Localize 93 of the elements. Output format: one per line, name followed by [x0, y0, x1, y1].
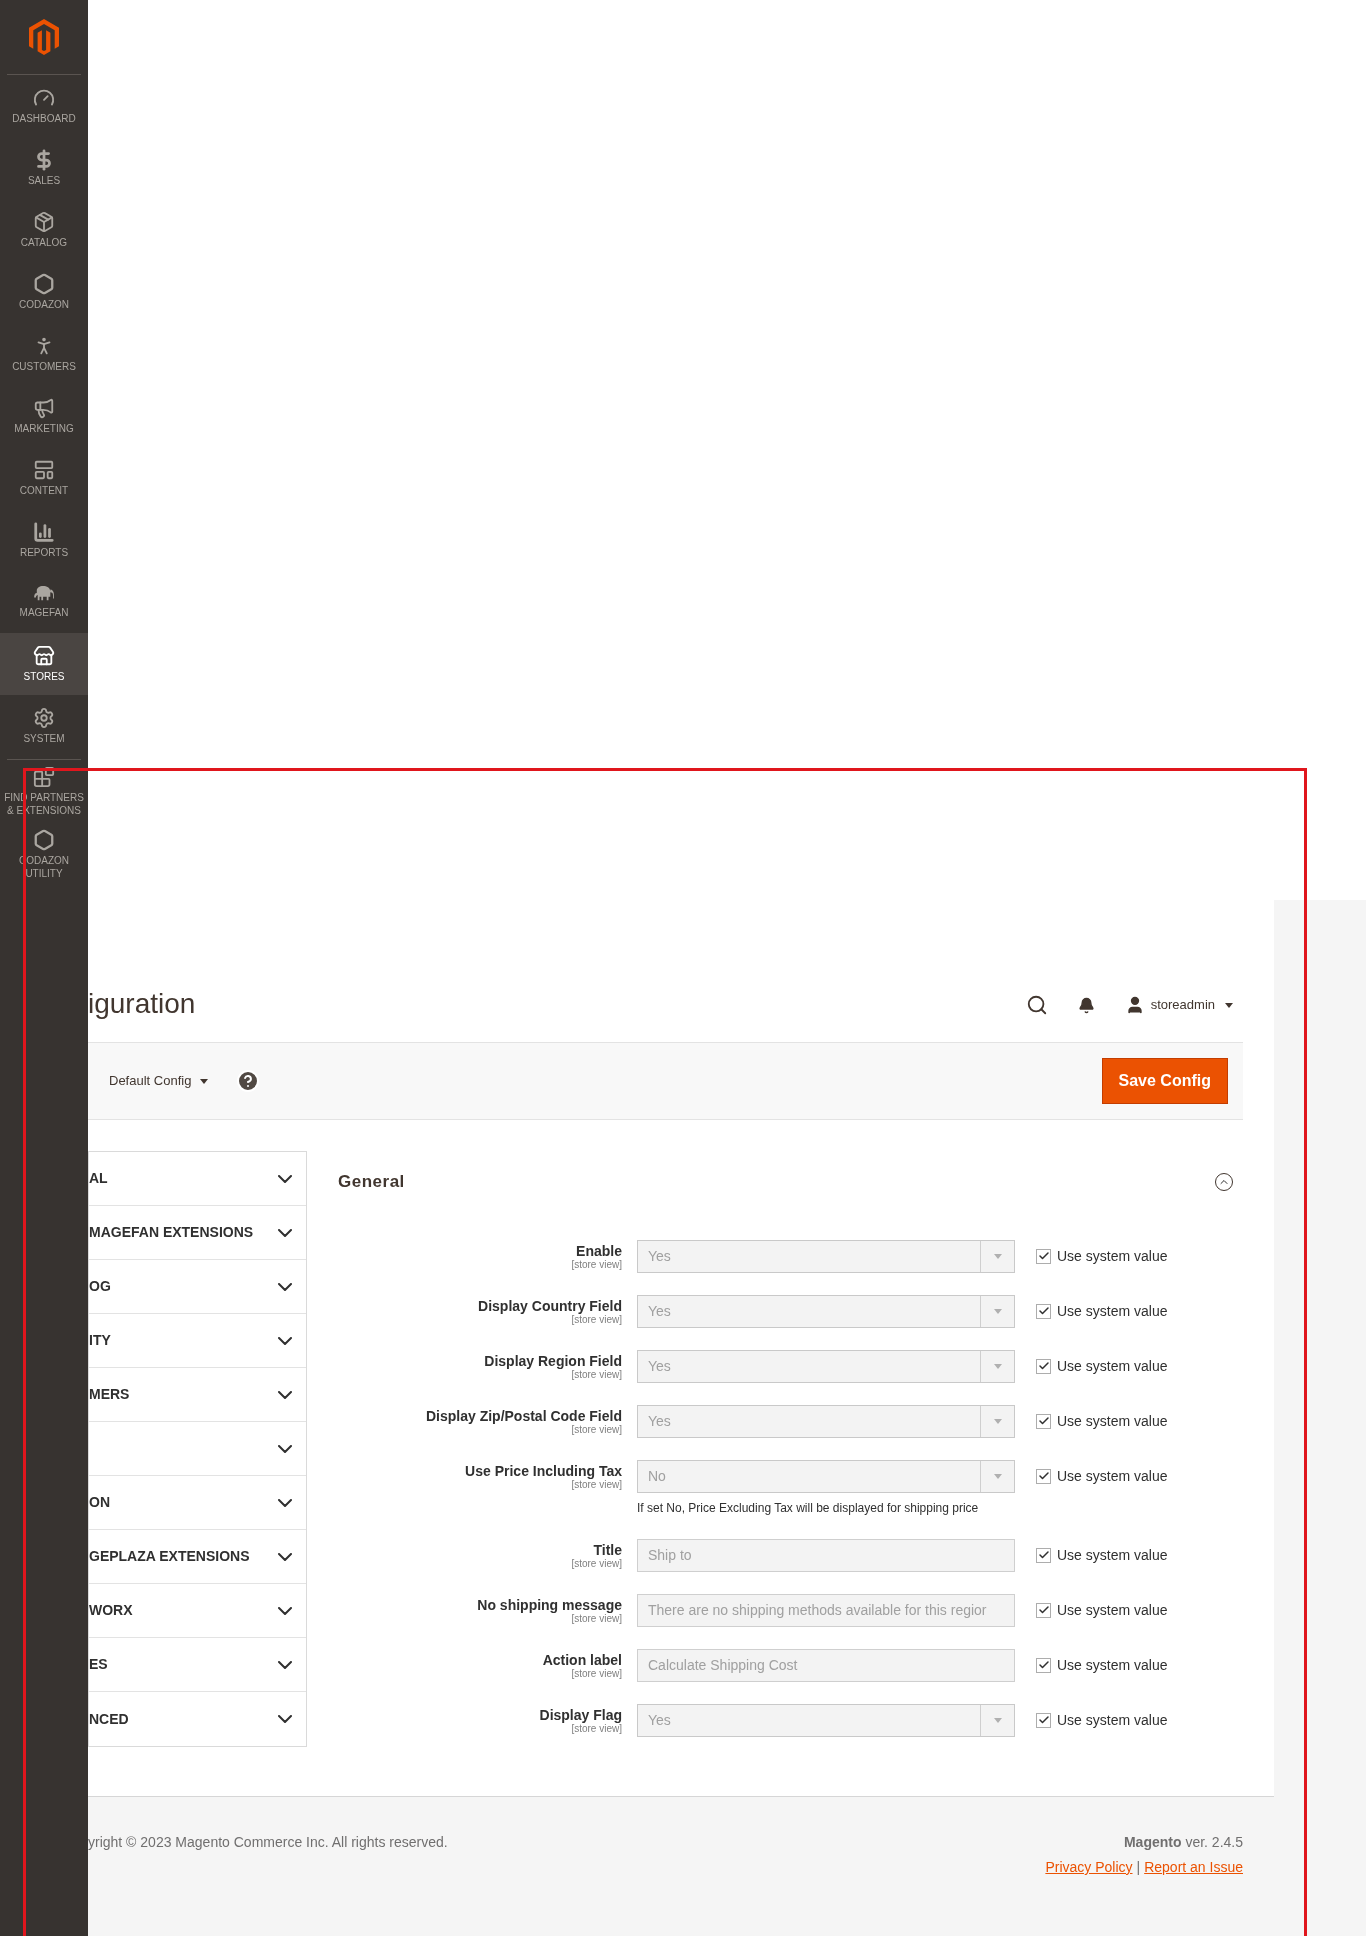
checkbox-label: Use system value — [1057, 1246, 1168, 1266]
logo-icon[interactable] — [29, 19, 59, 55]
field-label: Display Zip/Postal Code Field — [425, 1407, 622, 1424]
footer-link[interactable]: Privacy Policy — [1045, 1857, 1133, 1878]
settings-icon — [33, 707, 55, 729]
storefront-icon — [33, 645, 55, 667]
sidebar-label: STORES — [23, 670, 65, 683]
checkbox-label: Use system value — [1057, 1600, 1168, 1620]
sidebar-label: DASHBOARD — [12, 112, 76, 125]
layout-icon — [33, 459, 55, 481]
config-tab[interactable]: NCED — [89, 1692, 306, 1746]
bar-chart-icon — [33, 521, 55, 543]
config-tab[interactable]: OG — [89, 1260, 306, 1314]
sidebar-item[interactable]: CATALOG — [0, 199, 88, 261]
checkbox-label: Use system value — [1057, 1411, 1168, 1431]
config-tab[interactable]: WORX — [89, 1584, 306, 1638]
scope-label: [store view] — [571, 1478, 622, 1490]
checkbox[interactable] — [1036, 1712, 1051, 1728]
help-icon[interactable] — [236, 1069, 261, 1093]
box-icon — [33, 211, 55, 233]
blocks-icon — [33, 766, 55, 788]
sidebar-label: CATALOG — [20, 236, 68, 249]
checkbox[interactable] — [1036, 1468, 1051, 1484]
config-tab[interactable]: ES — [89, 1638, 306, 1692]
checkbox[interactable] — [1036, 1413, 1051, 1429]
notifications-icon[interactable] — [1077, 996, 1095, 1014]
sidebar-item[interactable]: DASHBOARD — [0, 75, 88, 137]
field-label: Title — [593, 1541, 622, 1558]
field-note: If set No, Price Excluding Tax will be displayed for shipping price — [637, 1499, 980, 1517]
config-tab[interactable]: MAGEFAN EXTENSIONS — [89, 1206, 306, 1260]
sidebar-item[interactable]: MAGEFAN — [0, 571, 88, 633]
section-title[interactable]: General — [338, 1169, 405, 1195]
checkbox-label: Use system value — [1057, 1655, 1168, 1675]
copyright-text: yright © 2023 Magento Commerce Inc. All rights reserved. — [88, 1833, 448, 1852]
search-icon[interactable] — [1025, 994, 1048, 1016]
field-label: Enable — [576, 1242, 622, 1259]
sidebar-item[interactable]: MARKETING — [0, 385, 88, 447]
checkbox[interactable] — [1036, 1602, 1051, 1618]
scope-label: [store view] — [571, 1368, 622, 1380]
scope-label: [store view] — [571, 1612, 622, 1624]
sidebar-label: CUSTOMERS — [12, 360, 76, 373]
checkbox[interactable] — [1036, 1547, 1051, 1563]
config-tab[interactable]: GEPLAZA EXTENSIONS — [89, 1530, 306, 1584]
field-label: Display Country Field — [478, 1297, 622, 1314]
sidebar-item[interactable]: REPORTS — [0, 509, 88, 571]
page-title: iguration — [88, 987, 196, 1021]
checkbox-label: Use system value — [1057, 1301, 1168, 1321]
sidebar-label: MAGEFAN — [19, 606, 69, 619]
config-tab[interactable]: MERS — [89, 1368, 306, 1422]
config-tab[interactable]: AL — [89, 1152, 306, 1206]
hexagon-icon — [33, 829, 55, 851]
checkbox-label: Use system value — [1057, 1356, 1168, 1376]
megaphone-icon — [33, 397, 55, 419]
scope-label: [store view] — [571, 1313, 622, 1325]
scope-label: [store view] — [571, 1423, 622, 1435]
sidebar-label: REPORTS — [19, 546, 69, 559]
elephant-icon — [33, 585, 55, 603]
checkbox[interactable] — [1036, 1657, 1051, 1673]
field-label: No shipping message — [477, 1596, 622, 1613]
sidebar-label: MARKETING — [14, 422, 74, 435]
sidebar-item[interactable]: CODAZON — [0, 261, 88, 323]
sidebar-item[interactable]: SALES — [0, 137, 88, 199]
scope-label: [store view] — [571, 1258, 622, 1270]
field-label: Action label — [542, 1651, 622, 1668]
scope-label: [store view] — [571, 1557, 622, 1569]
scope-label: [store view] — [571, 1722, 622, 1734]
checkbox[interactable] — [1036, 1303, 1051, 1319]
user-menu[interactable]: storeadmin — [1124, 995, 1233, 1015]
sidebar-item[interactable]: CONTENT — [0, 447, 88, 509]
config-tab[interactable]: ON — [89, 1476, 306, 1530]
sidebar-item[interactable]: CUSTOMERS — [0, 323, 88, 385]
checkbox[interactable] — [1036, 1358, 1051, 1374]
scope-label: [store view] — [571, 1667, 622, 1679]
sidebar-item[interactable]: STORES — [0, 633, 88, 695]
sidebar-item[interactable]: SYSTEM — [0, 695, 88, 757]
scope-switcher[interactable]: Default Config — [109, 1071, 209, 1091]
checkbox-label: Use system value — [1057, 1710, 1168, 1730]
checkbox-label: Use system value — [1057, 1545, 1168, 1565]
footer-link[interactable]: Report an Issue — [1144, 1857, 1243, 1878]
config-tab[interactable]: ITY — [89, 1314, 306, 1368]
sidebar-label: SYSTEM — [23, 732, 65, 745]
checkbox-label: Use system value — [1057, 1466, 1168, 1486]
field-label: Use Price Including Tax — [465, 1462, 622, 1479]
version-text: Magento ver. 2.4.5 — [1123, 1833, 1243, 1852]
save-config-button[interactable]: Save Config — [1101, 1058, 1228, 1104]
hexagon-icon — [33, 273, 55, 295]
sidebar-label: SALES — [27, 174, 61, 187]
link-separator: | — [1136, 1858, 1141, 1877]
field-label: Display Region Field — [484, 1352, 622, 1369]
sidebar-label: CODAZON — [19, 298, 69, 311]
field-label: Display Flag — [539, 1706, 622, 1723]
sidebar-label: CONTENT — [19, 484, 69, 497]
checkbox[interactable] — [1036, 1248, 1051, 1264]
